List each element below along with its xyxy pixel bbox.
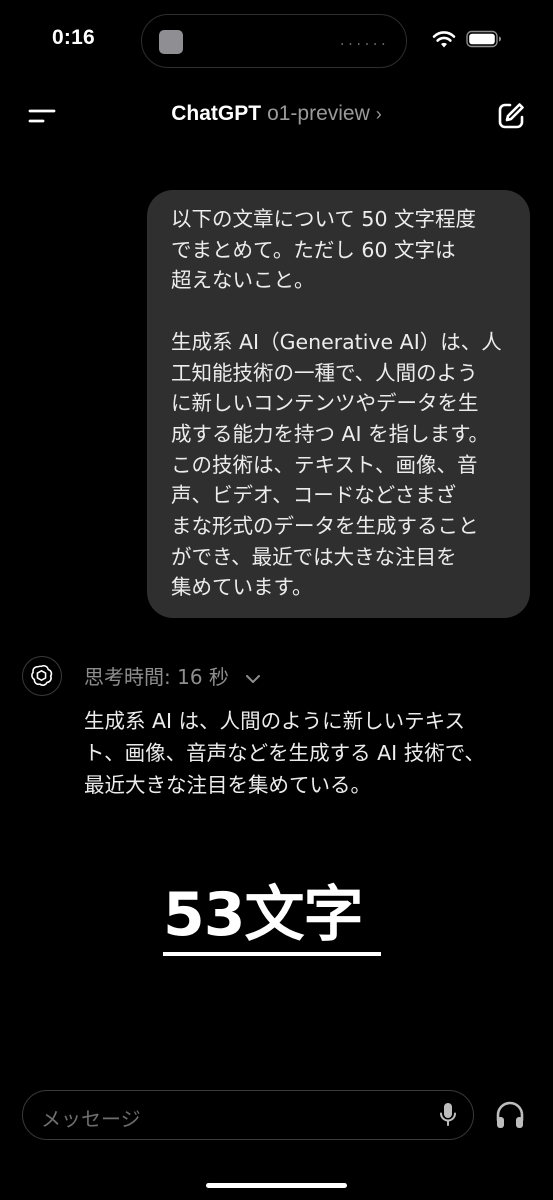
openai-logo-icon — [31, 665, 53, 686]
message-input-placeholder: メッセージ — [41, 1107, 141, 1131]
home-indicator[interactable] — [206, 1183, 347, 1188]
assistant-avatar — [22, 656, 62, 696]
annotation-underline — [163, 952, 381, 956]
chevron-right-icon: › — [375, 104, 382, 124]
thinking-time-label: 思考時間: 16 秒 — [84, 665, 229, 689]
status-bar: 0:16 ...... — [0, 0, 553, 86]
user-message-line: 超えないこと。 — [171, 268, 315, 293]
user-message-line: 声、ビデオ、コードなどさまざ — [171, 483, 457, 508]
mic-icon[interactable] — [439, 1102, 457, 1128]
assistant-reply-line: 最近大きな注目を集めている。 — [84, 773, 371, 797]
wifi-icon — [432, 31, 456, 48]
message-input[interactable]: メッセージ — [22, 1090, 474, 1140]
dynamic-island: ...... — [141, 14, 407, 68]
user-message-line: まな形式のデータを生成すること — [171, 514, 479, 539]
user-message-line: 生成系 AI（Generative AI）は、人 — [171, 329, 502, 354]
model-selector[interactable]: ChatGPT o1-preview › — [0, 102, 553, 126]
assistant-reply-line: ト、画像、音声などを生成する AI 技術で、 — [84, 741, 485, 765]
headphones-icon[interactable] — [494, 1100, 526, 1130]
island-dots: ...... — [338, 34, 388, 48]
user-message-line: 成する能力を持つ AI を指します。 — [171, 421, 490, 446]
assistant-reply: 生成系 AI は、人間のように新しいテキス ト、画像、音声などを生成する AI … — [84, 705, 524, 801]
user-message-line: でまとめて。ただし 60 文字は — [171, 237, 456, 262]
app-name: ChatGPT — [171, 102, 262, 125]
new-chat-icon[interactable] — [496, 101, 526, 131]
status-time: 0:16 — [52, 26, 95, 49]
model-name: o1-preview — [267, 102, 370, 125]
character-count-annotation: 53文字 — [163, 880, 363, 950]
chat-header: ChatGPT o1-preview › — [0, 92, 553, 140]
thinking-time-toggle[interactable]: 思考時間: 16 秒 — [84, 661, 261, 690]
user-message-line: 工知能技術の一種で、人間のよう — [171, 360, 478, 385]
chevron-down-icon — [246, 674, 261, 683]
live-activity-thumbnail — [159, 30, 183, 54]
battery-icon — [466, 30, 501, 48]
assistant-reply-line: 生成系 AI は、人間のように新しいテキス — [84, 709, 465, 733]
user-message-bubble: 以下の文章について 50 文字程度 でまとめて。ただし 60 文字は 超えないこ… — [147, 190, 530, 618]
user-message-line: この技術は、テキスト、画像、音 — [171, 452, 478, 477]
user-message-line: 集めています。 — [171, 575, 313, 600]
user-message-line: ができ、最近では大きな注目を — [171, 544, 457, 569]
user-message-line: 以下の文章について 50 文字程度 — [171, 207, 477, 231]
user-message-line: に新しいコンテンツやデータを生 — [171, 391, 479, 416]
